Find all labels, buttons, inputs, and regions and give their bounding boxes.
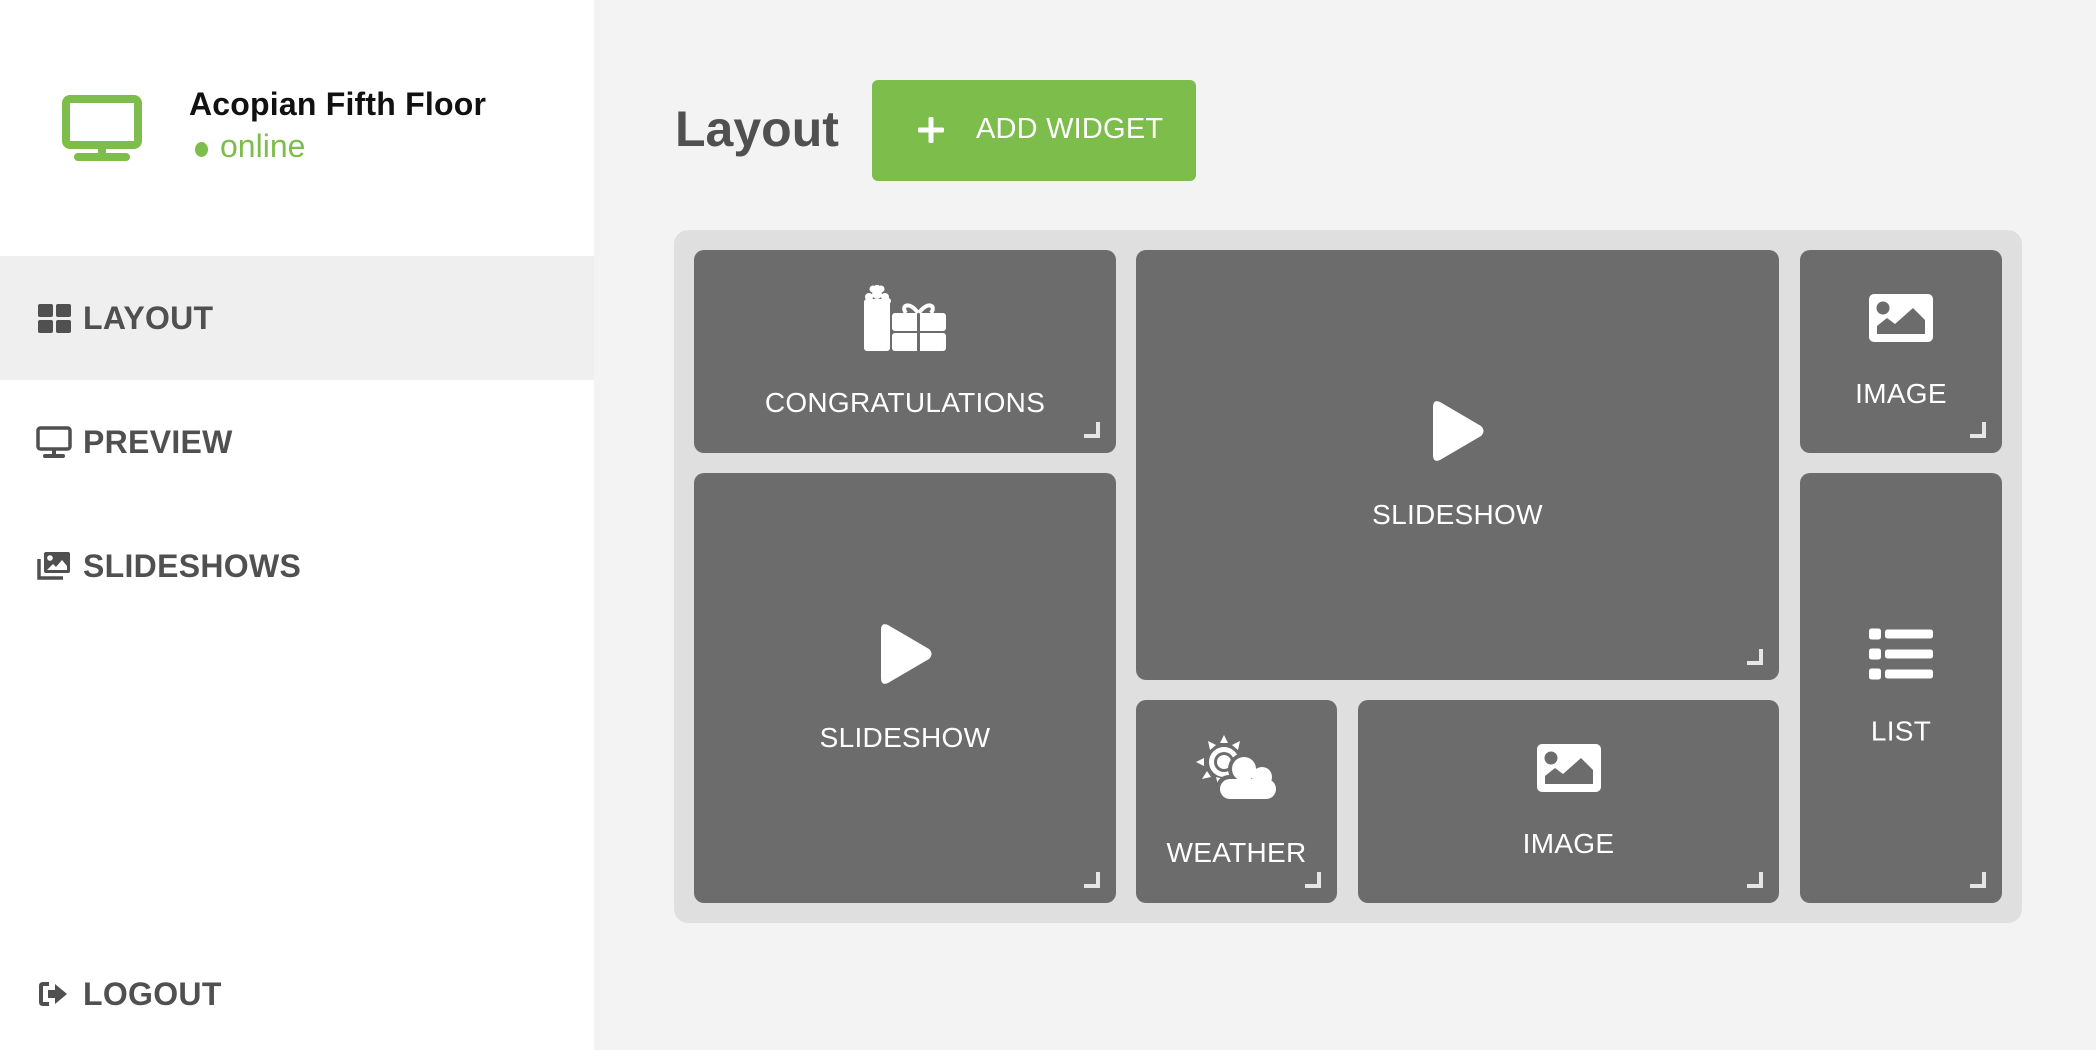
gift-icon bbox=[864, 284, 946, 351]
device-name: Acopian Fifth Floor bbox=[189, 86, 487, 122]
widget-congratulations[interactable]: CONGRATULATIONS bbox=[694, 250, 1116, 453]
resize-handle[interactable] bbox=[1084, 872, 1100, 888]
widget-content: IMAGE bbox=[1358, 743, 1779, 860]
list-icon bbox=[1869, 628, 1933, 680]
status-text: online bbox=[220, 128, 306, 164]
monitor-icon bbox=[34, 424, 74, 460]
widget-content: IMAGE bbox=[1800, 293, 2002, 410]
sign-out-icon bbox=[34, 976, 74, 1012]
image-icon bbox=[1869, 293, 1933, 342]
logout-label: LOGOUT bbox=[83, 975, 222, 1012]
widget-list[interactable]: LIST bbox=[1800, 473, 2002, 903]
images-icon bbox=[34, 548, 74, 584]
page-title: Layout bbox=[675, 101, 839, 157]
widget-content: LIST bbox=[1800, 628, 2002, 748]
resize-handle[interactable] bbox=[1970, 422, 1986, 438]
weather-icon bbox=[1195, 734, 1278, 801]
widget-label: SLIDESHOW bbox=[819, 722, 991, 753]
grid-icon bbox=[34, 300, 74, 336]
play-icon bbox=[880, 624, 931, 684]
widget-content: CONGRATULATIONS bbox=[694, 284, 1116, 419]
sidebar-item-slideshows[interactable]: SLIDESHOWS bbox=[0, 504, 594, 628]
widget-label: LIST bbox=[1870, 715, 1932, 747]
widget-content: SLIDESHOW bbox=[694, 622, 1116, 754]
widget-image[interactable]: IMAGE bbox=[1800, 250, 2002, 453]
widget-slideshow[interactable]: SLIDESHOW bbox=[1136, 250, 1779, 680]
resize-handle[interactable] bbox=[1747, 649, 1763, 665]
resize-handle[interactable] bbox=[1084, 422, 1100, 438]
sidebar-item-preview[interactable]: PREVIEW bbox=[0, 380, 594, 504]
add-widget-button[interactable]: ADD WIDGET bbox=[872, 80, 1196, 181]
widget-label: CONGRATULATIONS bbox=[764, 386, 1046, 418]
device-header: Acopian Fifth Floor online bbox=[0, 0, 594, 256]
image-icon bbox=[1536, 743, 1601, 792]
widget-label: WEATHER bbox=[1166, 836, 1307, 868]
widget-label: IMAGE bbox=[1855, 377, 1947, 409]
widget-slideshow[interactable]: SLIDESHOW bbox=[694, 473, 1116, 903]
sidebar-item-layout[interactable]: LAYOUT bbox=[0, 256, 594, 380]
monitor-icon bbox=[62, 95, 142, 161]
widget-label: IMAGE bbox=[1522, 827, 1615, 859]
layout-grid: CONGRATULATIONS SLIDESHOW IMAGE SLIDESHO… bbox=[674, 230, 2022, 923]
widget-content: WEATHER bbox=[1136, 734, 1337, 869]
widget-label: SLIDESHOW bbox=[1372, 499, 1543, 530]
plus-icon bbox=[918, 117, 944, 143]
sidebar-item-label: LAYOUT bbox=[83, 299, 214, 336]
widget-content: SLIDESHOW bbox=[1136, 399, 1779, 531]
sidebar: Acopian Fifth Floor online LAYOUT PREVIE… bbox=[0, 0, 594, 1050]
sidebar-item-label: PREVIEW bbox=[83, 423, 233, 460]
add-widget-label: ADD WIDGET bbox=[976, 113, 1164, 145]
resize-handle[interactable] bbox=[1747, 872, 1763, 888]
resize-handle[interactable] bbox=[1305, 872, 1321, 888]
resize-handle[interactable] bbox=[1970, 872, 1986, 888]
play-icon bbox=[1433, 401, 1484, 461]
sidebar-item-label: SLIDESHOWS bbox=[83, 547, 302, 584]
widget-image[interactable]: IMAGE bbox=[1358, 700, 1779, 903]
status-dot-icon bbox=[195, 142, 208, 157]
widget-weather[interactable]: WEATHER bbox=[1136, 700, 1337, 903]
logout-button[interactable]: LOGOUT bbox=[0, 932, 594, 1050]
device-status: online bbox=[189, 128, 305, 165]
